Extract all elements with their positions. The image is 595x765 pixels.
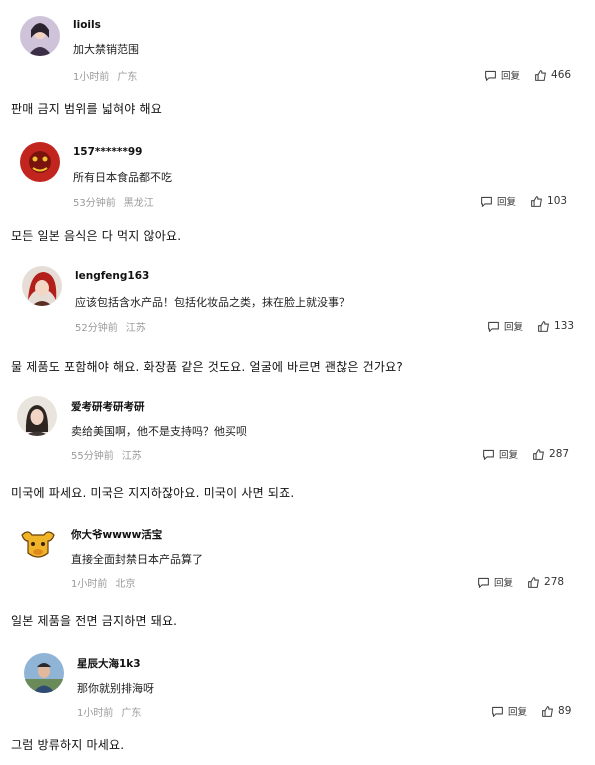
comment-icon: [488, 321, 499, 332]
comment-meta: 1小时前 北京: [71, 575, 135, 590]
like-button[interactable]: 287: [532, 448, 569, 461]
comment-content: 卖给美国啊，他不是支持吗？他买呗: [71, 425, 247, 438]
like-button[interactable]: 278: [527, 576, 564, 589]
comment-time: 52分钟前: [75, 323, 118, 334]
comment-icon: [485, 70, 496, 81]
comment-meta: 1小时前 广东: [73, 68, 137, 83]
avatar[interactable]: [20, 16, 60, 56]
like-button[interactable]: 89: [541, 705, 571, 718]
thumbs-up-icon: [533, 448, 544, 460]
comment-actions: 回复 103: [480, 194, 567, 208]
comment-username[interactable]: 你大爷wwww活宝: [71, 527, 162, 542]
comment-location: 黑龙江: [123, 198, 154, 209]
avatar[interactable]: [17, 396, 57, 436]
like-button[interactable]: 103: [530, 195, 567, 208]
comment-meta: 55分钟前 江苏: [71, 447, 142, 462]
comment-actions: 回复 278: [477, 575, 564, 589]
comment-meta: 53分钟前 黑龙江: [73, 194, 154, 209]
like-button[interactable]: 466: [534, 69, 571, 82]
reply-button[interactable]: 回复: [491, 704, 527, 718]
comment-actions: 回复 287: [482, 447, 569, 461]
comment-location: 江苏: [121, 451, 142, 462]
avatar[interactable]: [20, 142, 60, 182]
comment-time: 55分钟前: [71, 451, 114, 462]
comment-actions: 回复 466: [484, 68, 571, 82]
translation-text: 미국에 파세요. 미국은 지지하잖아요. 미국이 사면 되죠.: [11, 486, 295, 500]
comment-meta: 52分钟前 江苏: [75, 319, 146, 334]
like-count: 89: [558, 705, 572, 717]
translation-text: 그럼 방류하지 마세요.: [11, 738, 125, 752]
comment-actions: 回复 89: [491, 704, 571, 718]
comment-content: 应该包括含水产品！包括化妆品之类，抹在脸上就没事？: [75, 296, 350, 309]
comment-username[interactable]: lioils: [73, 19, 101, 31]
reply-label: 回复: [499, 450, 519, 461]
avatar[interactable]: [18, 523, 58, 563]
reply-button[interactable]: 回复: [477, 575, 513, 589]
reply-label: 回复: [508, 707, 528, 718]
comment-location: 北京: [115, 579, 136, 590]
reply-label: 回复: [501, 71, 521, 82]
translation-text: 모든 일본 음식은 다 먹지 않아요.: [11, 229, 182, 243]
comment-location: 广东: [117, 72, 138, 83]
translation-text: 판매 금지 범위를 넓혀야 해요: [11, 102, 162, 116]
like-count: 287: [549, 448, 570, 460]
like-button[interactable]: 133: [537, 320, 574, 333]
comment-username[interactable]: 星辰大海1k3: [77, 656, 141, 671]
like-count: 278: [544, 576, 565, 588]
reply-label: 回复: [497, 197, 517, 208]
comment-icon: [478, 577, 489, 588]
comment-time: 1小时前: [77, 708, 114, 719]
comment-content: 直接全面封禁日本产品算了: [71, 553, 203, 566]
thumbs-up-icon: [531, 195, 542, 207]
comment-location: 江苏: [125, 323, 146, 334]
comment-username[interactable]: lengfeng163: [75, 270, 149, 282]
comment-content: 那你就别排海呀: [77, 682, 154, 695]
like-count: 103: [547, 195, 568, 207]
like-count: 466: [551, 69, 572, 81]
reply-button[interactable]: 回复: [487, 319, 523, 333]
comment-icon: [483, 449, 494, 460]
thumbs-up-icon: [542, 705, 553, 717]
reply-label: 回复: [494, 578, 514, 589]
comment-location: 广东: [121, 708, 142, 719]
reply-button[interactable]: 回复: [484, 68, 520, 82]
comment-time: 1小时前: [73, 72, 110, 83]
like-count: 133: [554, 320, 575, 332]
comment-username[interactable]: 爱考研考研考研: [71, 399, 145, 414]
comment-icon: [481, 196, 492, 207]
comment-content: 加大禁销范围: [73, 43, 139, 56]
reply-label: 回复: [504, 322, 524, 333]
translation-text: 일본 제품을 전면 금지하면 돼요.: [11, 614, 178, 628]
thumbs-up-icon: [535, 69, 546, 81]
comment-time: 53分钟前: [73, 198, 116, 209]
comment-actions: 回复 133: [487, 319, 574, 333]
thumbs-up-icon: [538, 320, 549, 332]
reply-button[interactable]: 回复: [480, 194, 516, 208]
avatar[interactable]: [24, 653, 64, 693]
reply-button[interactable]: 回复: [482, 447, 518, 461]
translation-text: 물 제품도 포함해야 해요. 화장품 같은 것도요. 얼굴에 바르면 괜찮은 건…: [11, 360, 403, 374]
comment-content: 所有日本食品都不吃: [73, 171, 172, 184]
comment-meta: 1小时前 广东: [77, 704, 141, 719]
comment-username[interactable]: 157******99: [73, 146, 142, 158]
comment-time: 1小时前: [71, 579, 108, 590]
thumbs-up-icon: [528, 576, 539, 588]
avatar[interactable]: [22, 266, 62, 306]
comment-icon: [492, 706, 503, 717]
